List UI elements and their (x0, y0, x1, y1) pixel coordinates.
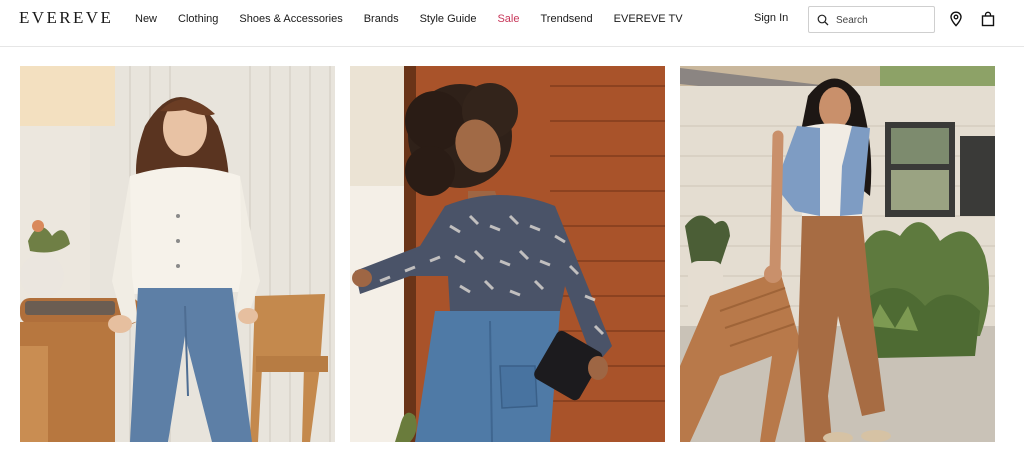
hero-image-grid (20, 66, 996, 442)
nav-trendsend[interactable]: Trendsend (540, 12, 592, 26)
search-icon (817, 14, 829, 26)
nav-new[interactable]: New (135, 12, 157, 26)
product-image-tile-2[interactable] (350, 66, 665, 442)
nav-style-guide[interactable]: Style Guide (420, 12, 477, 26)
nav-shoes-accessories[interactable]: Shoes & Accessories (239, 12, 342, 26)
location-pin-icon[interactable] (949, 11, 963, 27)
photo-woman-printed-blouse (350, 66, 665, 442)
top-navigation-bar: EVEREVE New Clothing Shoes & Accessories… (0, 0, 1024, 47)
sign-in-link[interactable]: Sign In (754, 12, 788, 24)
search-input[interactable] (834, 12, 933, 29)
shopping-bag-icon[interactable] (981, 11, 995, 27)
nav-sale[interactable]: Sale (497, 12, 519, 26)
product-image-tile-1[interactable] (20, 66, 335, 442)
brand-logo[interactable]: EVEREVE (19, 8, 113, 28)
product-image-tile-3[interactable] (680, 66, 995, 442)
photo-woman-denim-vest (680, 66, 995, 442)
photo-woman-white-cardigan (20, 66, 335, 442)
nav-evereve-tv[interactable]: EVEREVE TV (614, 12, 683, 26)
search-box[interactable] (808, 6, 935, 33)
main-navigation: New Clothing Shoes & Accessories Brands … (135, 12, 704, 26)
nav-brands[interactable]: Brands (364, 12, 399, 26)
nav-clothing[interactable]: Clothing (178, 12, 218, 26)
